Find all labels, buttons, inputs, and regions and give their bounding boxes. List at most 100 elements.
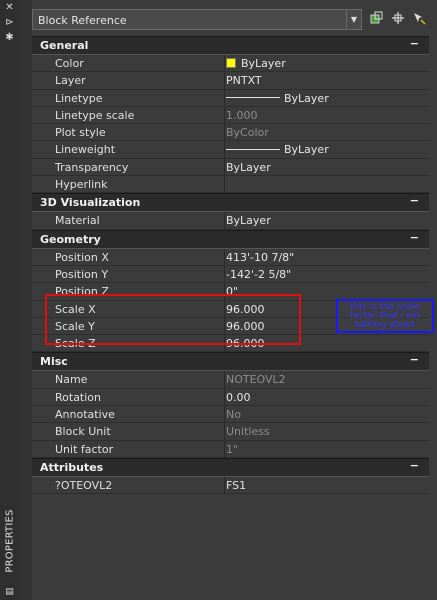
- property-name-cell: Unit factor: [32, 440, 225, 457]
- property-value: 0.00: [226, 390, 251, 404]
- property-value: 1.000: [226, 108, 258, 122]
- select-objects-icon[interactable]: [389, 11, 407, 29]
- property-name-cell: Plot style: [32, 124, 225, 141]
- property-name-cell: Position X: [32, 248, 225, 265]
- property-value: ByLayer: [226, 214, 271, 228]
- properties-small-icon[interactable]: ▤: [0, 586, 19, 598]
- pin-icon[interactable]: ⊳: [0, 17, 19, 29]
- property-name: Linetype: [55, 91, 103, 105]
- property-value-cell[interactable]: NOTEOVL2: [226, 373, 429, 386]
- collapse-icon[interactable]: −: [410, 37, 419, 50]
- property-value-cell[interactable]: PNTXT: [226, 74, 429, 87]
- collapse-icon[interactable]: −: [410, 459, 419, 472]
- properties-panel: Block Reference ▼ General − Color ByLayer La…: [32, 9, 434, 597]
- property-value-cell[interactable]: Unitless: [226, 425, 429, 438]
- property-grid: General − Color ByLayer Layer PNTXT Linetype By…: [32, 36, 429, 495]
- property-row[interactable]: Rotation 0.00: [32, 388, 429, 407]
- color-swatch-icon: [226, 58, 236, 68]
- property-value-cell[interactable]: 0.00: [226, 391, 429, 404]
- property-name: Position Y: [55, 267, 109, 281]
- property-row[interactable]: Linetype ByLayer: [32, 89, 429, 107]
- collapse-icon[interactable]: −: [410, 353, 419, 366]
- section-header-general[interactable]: General −: [32, 36, 429, 55]
- quick-select-icon[interactable]: [410, 11, 428, 29]
- chevron-down-icon[interactable]: ▼: [346, 10, 361, 29]
- property-value: ByColor: [226, 126, 269, 140]
- line-sample-icon: [226, 97, 280, 99]
- property-row[interactable]: Linetype scale 1.000: [32, 106, 429, 125]
- property-name: Unit factor: [55, 442, 114, 456]
- selection-value: Block Reference: [38, 14, 127, 27]
- property-row[interactable]: Hyperlink: [32, 176, 429, 194]
- property-row[interactable]: Transparency ByLayer: [32, 158, 429, 177]
- property-value: No: [226, 408, 241, 422]
- property-name-cell: Hyperlink: [32, 176, 225, 193]
- property-row[interactable]: Plot style ByColor: [32, 124, 429, 142]
- property-value-cell[interactable]: No: [226, 408, 429, 421]
- property-name: Plot style: [55, 126, 106, 140]
- property-row[interactable]: Unit factor 1": [32, 440, 429, 458]
- property-value-cell[interactable]: 413'-10 7/8": [226, 251, 429, 264]
- property-name: Transparency: [55, 160, 129, 174]
- section-header-3d-visualization[interactable]: 3D Visualization −: [32, 193, 429, 213]
- property-row[interactable]: Color ByLayer: [32, 55, 429, 73]
- settings-icon[interactable]: ✱: [0, 32, 19, 44]
- property-row[interactable]: Name NOTEOVL2: [32, 371, 429, 389]
- scale-annotation-note: this is the scale factor that i am talki…: [336, 299, 434, 333]
- property-value: PNTXT: [226, 74, 262, 88]
- property-value: -142'-2 5/8": [226, 267, 292, 281]
- property-value-cell[interactable]: ByLayer: [226, 214, 429, 227]
- section-header-geometry[interactable]: Geometry −: [32, 229, 429, 249]
- property-row[interactable]: Block Unit Unitless: [32, 423, 429, 441]
- property-name: Material: [55, 214, 100, 228]
- property-value-cell[interactable]: -142'-2 5/8": [226, 268, 429, 281]
- property-name: Linetype scale: [55, 108, 135, 122]
- property-value-cell[interactable]: ByLayer: [226, 92, 429, 105]
- property-row[interactable]: Material ByLayer: [32, 212, 429, 230]
- section-title: 3D Visualization: [40, 196, 141, 210]
- property-name: Name: [55, 373, 88, 387]
- property-name-cell: Layer: [32, 72, 225, 89]
- property-row[interactable]: Position X 413'-10 7/8": [32, 248, 429, 266]
- property-row[interactable]: Layer PNTXT: [32, 72, 429, 90]
- close-icon[interactable]: ✕: [0, 2, 19, 14]
- property-name-cell: ?OTEOVL2: [32, 476, 225, 494]
- property-value: ByLayer: [284, 143, 329, 157]
- property-value-cell[interactable]: FS1: [226, 479, 429, 492]
- property-value: 1": [226, 442, 239, 456]
- section-header-misc[interactable]: Misc −: [32, 352, 429, 372]
- property-value-cell[interactable]: ByLayer: [226, 143, 429, 156]
- property-name: Block Unit: [55, 425, 111, 439]
- property-row[interactable]: ?OTEOVL2 FS1: [32, 476, 429, 495]
- property-row[interactable]: Annotative No: [32, 406, 429, 424]
- property-name-cell: Position Y: [32, 265, 225, 283]
- property-value-cell[interactable]: 1.000: [226, 109, 429, 122]
- property-value-cell[interactable]: 1": [226, 443, 429, 456]
- property-value-cell[interactable]: ByColor: [226, 126, 429, 139]
- annotation-text: this is the scale factor that i am talki…: [349, 302, 421, 330]
- palette-side-strip: ✕ ⊳ ✱ PROPERTIES ▤: [0, 0, 20, 600]
- section-title: Misc: [40, 355, 68, 369]
- selection-dropdown[interactable]: Block Reference ▼: [32, 9, 362, 30]
- property-name-cell: Linetype scale: [32, 106, 225, 124]
- collapse-icon[interactable]: −: [410, 231, 419, 244]
- property-value-cell[interactable]: ByLayer: [226, 57, 429, 70]
- property-value: FS1: [226, 478, 247, 492]
- section-header-attributes[interactable]: Attributes −: [32, 457, 429, 477]
- property-name: Lineweight: [55, 143, 116, 157]
- property-name: Rotation: [55, 390, 102, 404]
- property-value: ByLayer: [284, 91, 329, 105]
- property-name-cell: Annotative: [32, 406, 225, 423]
- property-name: Position X: [55, 250, 109, 264]
- scale-highlight-box: [45, 294, 301, 345]
- property-row[interactable]: Position Y -142'-2 5/8": [32, 265, 429, 284]
- property-row[interactable]: Lineweight ByLayer: [32, 141, 429, 159]
- collapse-icon[interactable]: −: [410, 194, 419, 207]
- property-value-cell[interactable]: ByLayer: [226, 161, 429, 174]
- property-name: Annotative: [55, 408, 115, 422]
- property-name: ?OTEOVL2: [55, 478, 113, 492]
- toggle-pickadd-icon[interactable]: [368, 11, 386, 29]
- property-name: Color: [55, 57, 84, 70]
- section-title: Geometry: [40, 232, 101, 246]
- gutter: [19, 0, 32, 600]
